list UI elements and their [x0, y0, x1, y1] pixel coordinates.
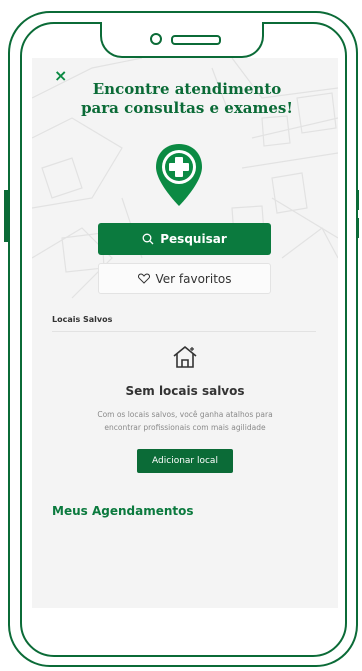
phone-side-button-right-2 [356, 218, 359, 238]
phone-side-button-left [4, 190, 8, 242]
location-pin-plus-icon [156, 144, 202, 206]
phone-camera [150, 33, 162, 45]
house-icon [173, 346, 197, 368]
phone-speaker [171, 35, 221, 45]
add-location-button[interactable]: Adicionar local [137, 449, 233, 473]
close-icon: × [54, 66, 68, 85]
app-screen: × Encontre atendimento para consultas e … [32, 58, 338, 608]
empty-state-description: Com os locais salvos, você ganha atalhos… [97, 410, 273, 432]
empty-state-title: Sem locais salvos [125, 384, 245, 398]
search-button-label: Pesquisar [160, 232, 227, 246]
saved-places-heading: Locais Salvos [52, 315, 113, 324]
close-button[interactable]: × [54, 66, 67, 85]
search-icon [142, 233, 154, 245]
search-button[interactable]: Pesquisar [98, 223, 271, 255]
phone-side-button-right-1 [356, 190, 359, 210]
heart-icon [137, 273, 150, 284]
my-appointments-link[interactable]: Meus Agendamentos [52, 504, 194, 518]
page-title: Encontre atendimento para consultas e ex… [81, 80, 293, 117]
favorites-button[interactable]: Ver favoritos [98, 263, 271, 294]
section-divider [52, 331, 316, 332]
favorites-button-label: Ver favoritos [155, 271, 232, 286]
add-location-label: Adicionar local [152, 456, 218, 466]
